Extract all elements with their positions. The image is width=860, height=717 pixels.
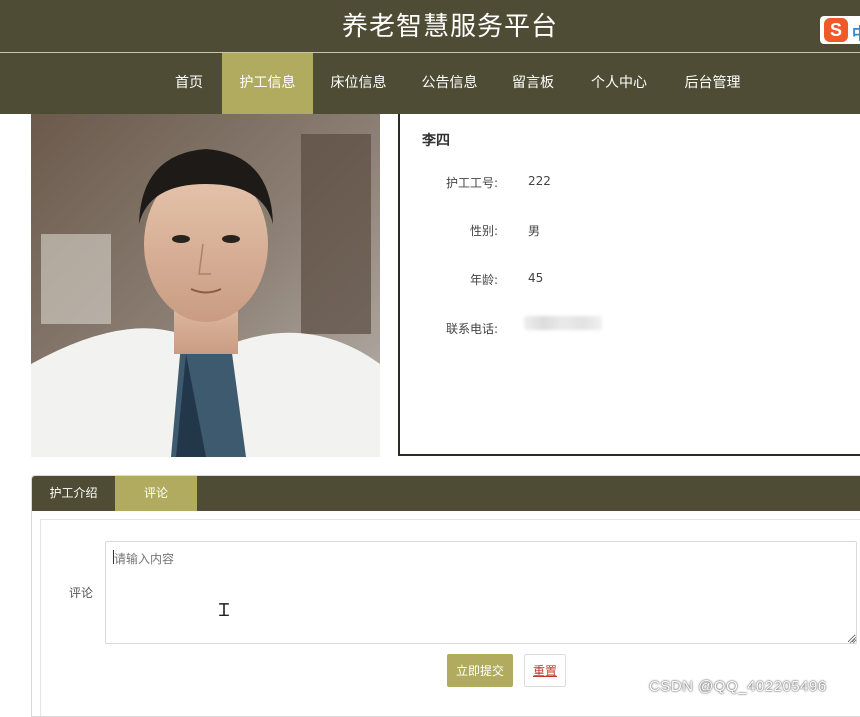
ime-mode-label: 中 (852, 20, 860, 44)
main-nav: 首页 护工信息 床位信息 公告信息 留言板 个人中心 后台管理 (0, 52, 860, 114)
comment-label: 评论 (69, 586, 94, 600)
age-label: 年龄: (469, 273, 498, 287)
staff-id-value: 222 (528, 174, 551, 188)
nav-item-personal-center[interactable]: 个人中心 (571, 53, 667, 114)
site-header: 养老智慧服务平台 S 中 (0, 0, 860, 52)
nav-item-home[interactable]: 首页 (156, 53, 222, 114)
nurse-info-panel: 李四 护工工号: 222 性别: 男 年龄: 45 联系电话: (398, 114, 860, 456)
text-caret (113, 550, 114, 564)
tab-nurse-intro[interactable]: 护工介绍 (32, 476, 115, 511)
nav-item-nurse-info[interactable]: 护工信息 (222, 53, 313, 114)
nurse-name: 李四 (422, 133, 450, 149)
watermark: CSDN @QQ_402205496 (649, 678, 827, 695)
phone-label: 联系电话: (445, 322, 498, 336)
nav-item-announcements[interactable]: 公告信息 (404, 53, 495, 114)
nav-item-admin[interactable]: 后台管理 (667, 53, 758, 114)
nav-item-bed-info[interactable]: 床位信息 (313, 53, 404, 114)
ime-indicator[interactable]: S 中 (820, 16, 860, 44)
phone-value-redacted (524, 316, 602, 330)
site-title: 养老智慧服务平台 (341, 12, 558, 42)
comment-textarea[interactable] (105, 541, 857, 644)
staff-id-label: 护工工号: (445, 176, 498, 190)
text-cursor-icon: Ɪ (219, 600, 230, 621)
tab-comments[interactable]: 评论 (115, 476, 197, 511)
tab-bar: 护工介绍 评论 (32, 476, 860, 511)
submit-button[interactable]: 立即提交 (447, 654, 513, 687)
gender-value: 男 (528, 224, 541, 238)
gender-label: 性别: (469, 224, 498, 238)
age-value: 45 (528, 271, 544, 285)
resize-handle-icon[interactable] (849, 636, 857, 644)
reset-button[interactable]: 重置 (524, 654, 566, 687)
sogou-ime-icon: S (824, 18, 848, 42)
nav-item-message-board[interactable]: 留言板 (495, 53, 571, 114)
nurse-photo (31, 114, 380, 457)
